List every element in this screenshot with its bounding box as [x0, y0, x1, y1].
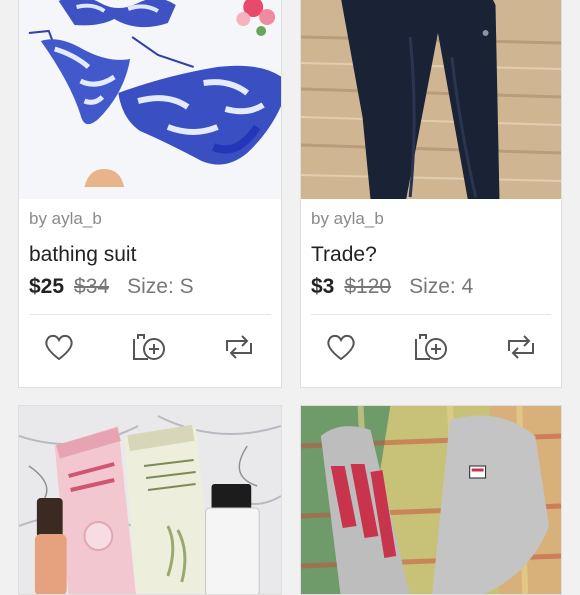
seller-byline[interactable]: by ayla_b	[29, 209, 102, 229]
listing-card[interactable]: by ayla_b Trade? $3 $120 Size: 4	[300, 0, 562, 388]
listing-photo-sweatpants[interactable]	[301, 406, 561, 594]
original-price: $34	[74, 275, 110, 298]
listing-photo-pants[interactable]	[301, 0, 561, 199]
action-bar	[301, 329, 561, 365]
price-row: $3 $120 Size: 4	[311, 275, 473, 299]
add-to-bundle-button[interactable]	[130, 329, 166, 365]
price: $3	[311, 275, 335, 298]
like-button[interactable]	[323, 329, 359, 365]
listing-title[interactable]: bathing suit	[29, 243, 136, 267]
heart-icon	[45, 334, 73, 361]
listing-photo-bikini[interactable]	[19, 0, 281, 199]
add-to-bundle-icon	[415, 334, 447, 360]
share-button[interactable]	[503, 329, 539, 365]
action-bar	[19, 329, 281, 365]
listing-card[interactable]: by ayla_b bathing suit $25 $34 Size: S	[18, 0, 282, 388]
add-to-bundle-button[interactable]	[412, 329, 448, 365]
listing-card[interactable]	[300, 405, 562, 595]
size-label: Size: 4	[409, 275, 474, 298]
seller-byline[interactable]: by ayla_b	[311, 209, 384, 229]
size-label: Size: S	[127, 275, 194, 298]
listing-card[interactable]	[18, 405, 282, 595]
add-to-bundle-icon	[133, 334, 165, 360]
divider	[29, 314, 271, 315]
share-button[interactable]	[221, 329, 257, 365]
heart-icon	[327, 334, 355, 361]
share-icon	[226, 335, 252, 359]
listing-photo-skincare[interactable]	[19, 406, 281, 594]
price-row: $25 $34 Size: S	[29, 275, 194, 299]
price: $25	[29, 275, 65, 298]
original-price: $120	[344, 275, 392, 298]
listing-title[interactable]: Trade?	[311, 243, 377, 267]
share-icon	[508, 335, 534, 359]
like-button[interactable]	[41, 329, 77, 365]
divider	[311, 314, 551, 315]
